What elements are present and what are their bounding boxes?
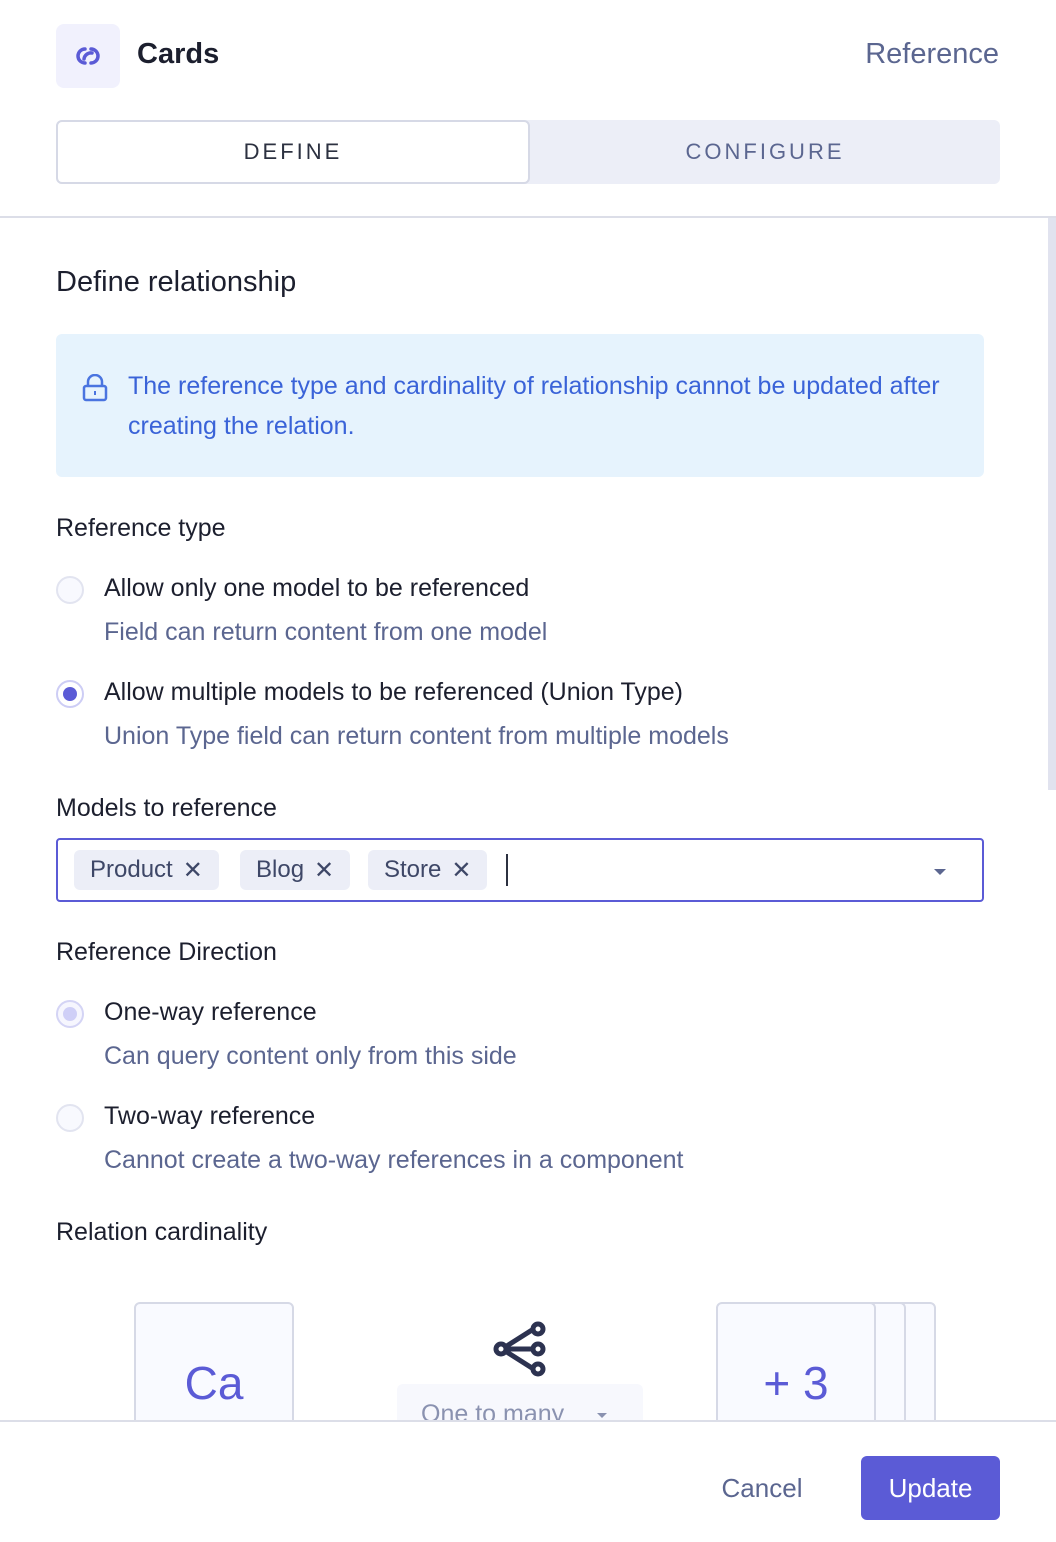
- lock-icon: [82, 374, 108, 402]
- reference-type-label: Reference type: [56, 514, 226, 542]
- text-cursor: [506, 854, 508, 886]
- option-desc-one-way: Can query content only from this side: [104, 1042, 517, 1070]
- field-type-label: Reference: [865, 38, 999, 70]
- model-chip: Blog ✕: [240, 850, 351, 890]
- option-label-two-way[interactable]: Two-way reference: [104, 1102, 315, 1131]
- field-type-icon-box: [56, 24, 120, 88]
- radio-one-way[interactable]: [56, 1000, 84, 1028]
- option-label-one-way[interactable]: One-way reference: [104, 998, 317, 1027]
- radio-multiple-models[interactable]: [56, 680, 84, 708]
- option-label-single-model[interactable]: Allow only one model to be referenced: [104, 574, 529, 603]
- section-title: Define relationship: [56, 266, 297, 298]
- source-model-abbrev: Ca: [184, 1357, 244, 1409]
- radio-single-model[interactable]: [56, 576, 84, 604]
- option-desc-multiple-models: Union Type field can return content from…: [104, 722, 729, 750]
- remove-icon[interactable]: ✕: [451, 856, 471, 885]
- dialog-footer: Cancel Update: [0, 1420, 1056, 1542]
- update-button[interactable]: Update: [861, 1456, 1000, 1520]
- link-icon: [76, 47, 100, 65]
- tab-define[interactable]: DEFINE: [56, 120, 530, 184]
- option-desc-single-model: Field can return content from one model: [104, 618, 548, 646]
- notice-text: The reference type and cardinality of re…: [128, 372, 940, 440]
- dialog-title: Cards: [137, 38, 220, 70]
- model-chip-label: Store: [384, 856, 442, 883]
- remove-icon[interactable]: ✕: [314, 856, 334, 885]
- model-chip-label: Blog: [256, 856, 305, 883]
- relation-cardinality-label: Relation cardinality: [56, 1218, 268, 1246]
- info-notice: The reference type and cardinality of re…: [56, 334, 984, 477]
- cancel-button[interactable]: Cancel: [702, 1464, 822, 1512]
- option-label-multiple-models[interactable]: Allow multiple models to be referenced (…: [104, 678, 683, 707]
- chevron-down-icon[interactable]: [934, 869, 946, 875]
- tab-configure[interactable]: CONFIGURE: [530, 120, 1000, 184]
- one-to-many-icon: [493, 1321, 546, 1377]
- model-chip: Store ✕: [368, 850, 488, 890]
- models-multi-select[interactable]: Product ✕ Blog ✕ Store ✕: [56, 838, 984, 902]
- scrollbar[interactable]: [1048, 218, 1056, 790]
- option-desc-two-way: Cannot create a two-way references in a …: [104, 1146, 684, 1174]
- dialog-header: Cards Reference DEFINE CONFIGURE: [0, 0, 1056, 218]
- target-model-count: + 3: [763, 1357, 829, 1409]
- models-to-reference-label: Models to reference: [56, 794, 277, 822]
- model-chip: Product ✕: [74, 850, 219, 890]
- model-chip-label: Product: [90, 856, 173, 883]
- reference-direction-label: Reference Direction: [56, 938, 277, 966]
- tab-bar: DEFINE CONFIGURE: [56, 120, 1000, 184]
- remove-icon[interactable]: ✕: [183, 856, 203, 885]
- radio-two-way[interactable]: [56, 1104, 84, 1132]
- chevron-down-icon: [597, 1413, 607, 1418]
